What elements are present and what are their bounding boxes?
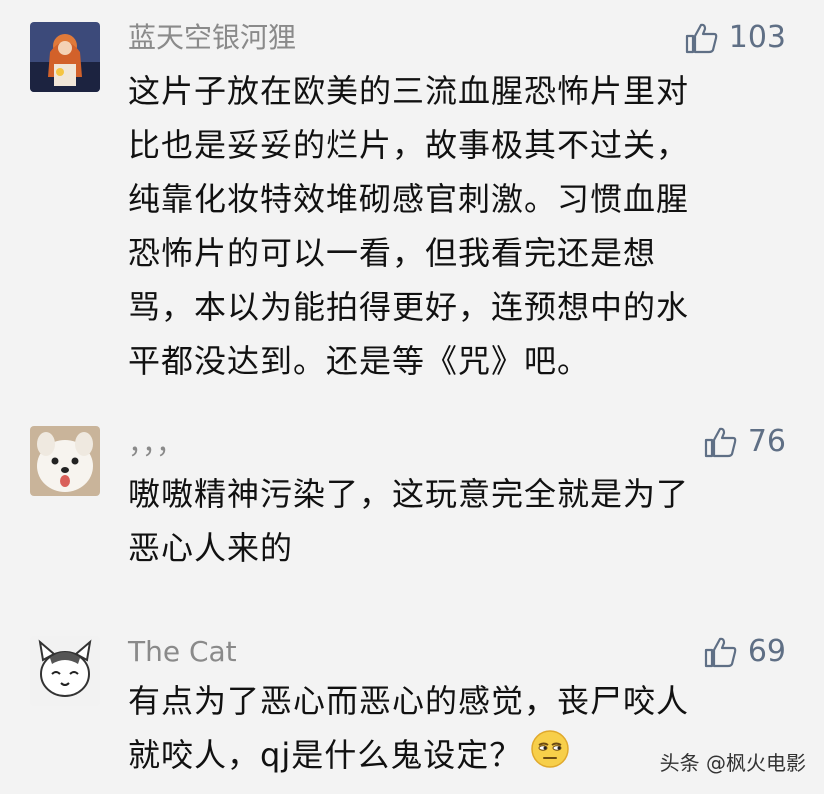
comment-line: 骂，本以为能拍得更好，连预想中的水 [128,288,690,326]
username[interactable]: ，，， [128,426,184,462]
comment-text: 嗷嗷精神污染了，这玩意完全就是为了 恶心人来的 [128,467,788,575]
unamused-face-emoji [530,729,570,785]
avatar[interactable] [30,426,100,496]
username[interactable]: 蓝天空银河狸 [128,20,296,56]
comment-line: 有点为了恶心而恶心的感觉，丧尸咬人 [128,682,690,720]
avatar[interactable] [30,22,100,92]
comment-line: 比也是妥妥的烂片，故事极其不过关， [128,126,690,164]
comment-line: 纯靠化妆特效堆砌感官刺激。习惯血腥 [128,180,690,218]
like-count: 76 [747,424,786,459]
like-button[interactable]: 76 [704,424,786,460]
username[interactable]: The Cat [128,634,237,670]
comment-line: 恶心人来的 [128,529,294,567]
like-button[interactable]: 69 [704,634,786,670]
like-count: 103 [728,20,786,55]
comment-line: 嗷嗷精神污染了，这玩意完全就是为了 [128,475,690,513]
thumbs-up-icon [704,636,738,668]
avatar[interactable] [30,636,100,706]
thumbs-up-icon [704,426,738,458]
comment-line: 恐怖片的可以一看，但我看完还是想 [128,234,657,272]
comment-line-text: 就咬人，qj是什么鬼设定？ [128,736,523,774]
comment-line: 平都没达到。还是等《咒》吧。 [128,342,591,380]
like-button[interactable]: 103 [685,20,786,56]
thumbs-up-icon [685,22,719,54]
comment-line: 这片子放在欧美的三流血腥恐怖片里对 [128,72,690,110]
like-count: 69 [747,634,786,669]
watermark: 头条 @枫火电影 [659,751,806,775]
comment-text: 这片子放在欧美的三流血腥恐怖片里对 比也是妥妥的烂片，故事极其不过关， 纯靠化妆… [128,64,788,388]
